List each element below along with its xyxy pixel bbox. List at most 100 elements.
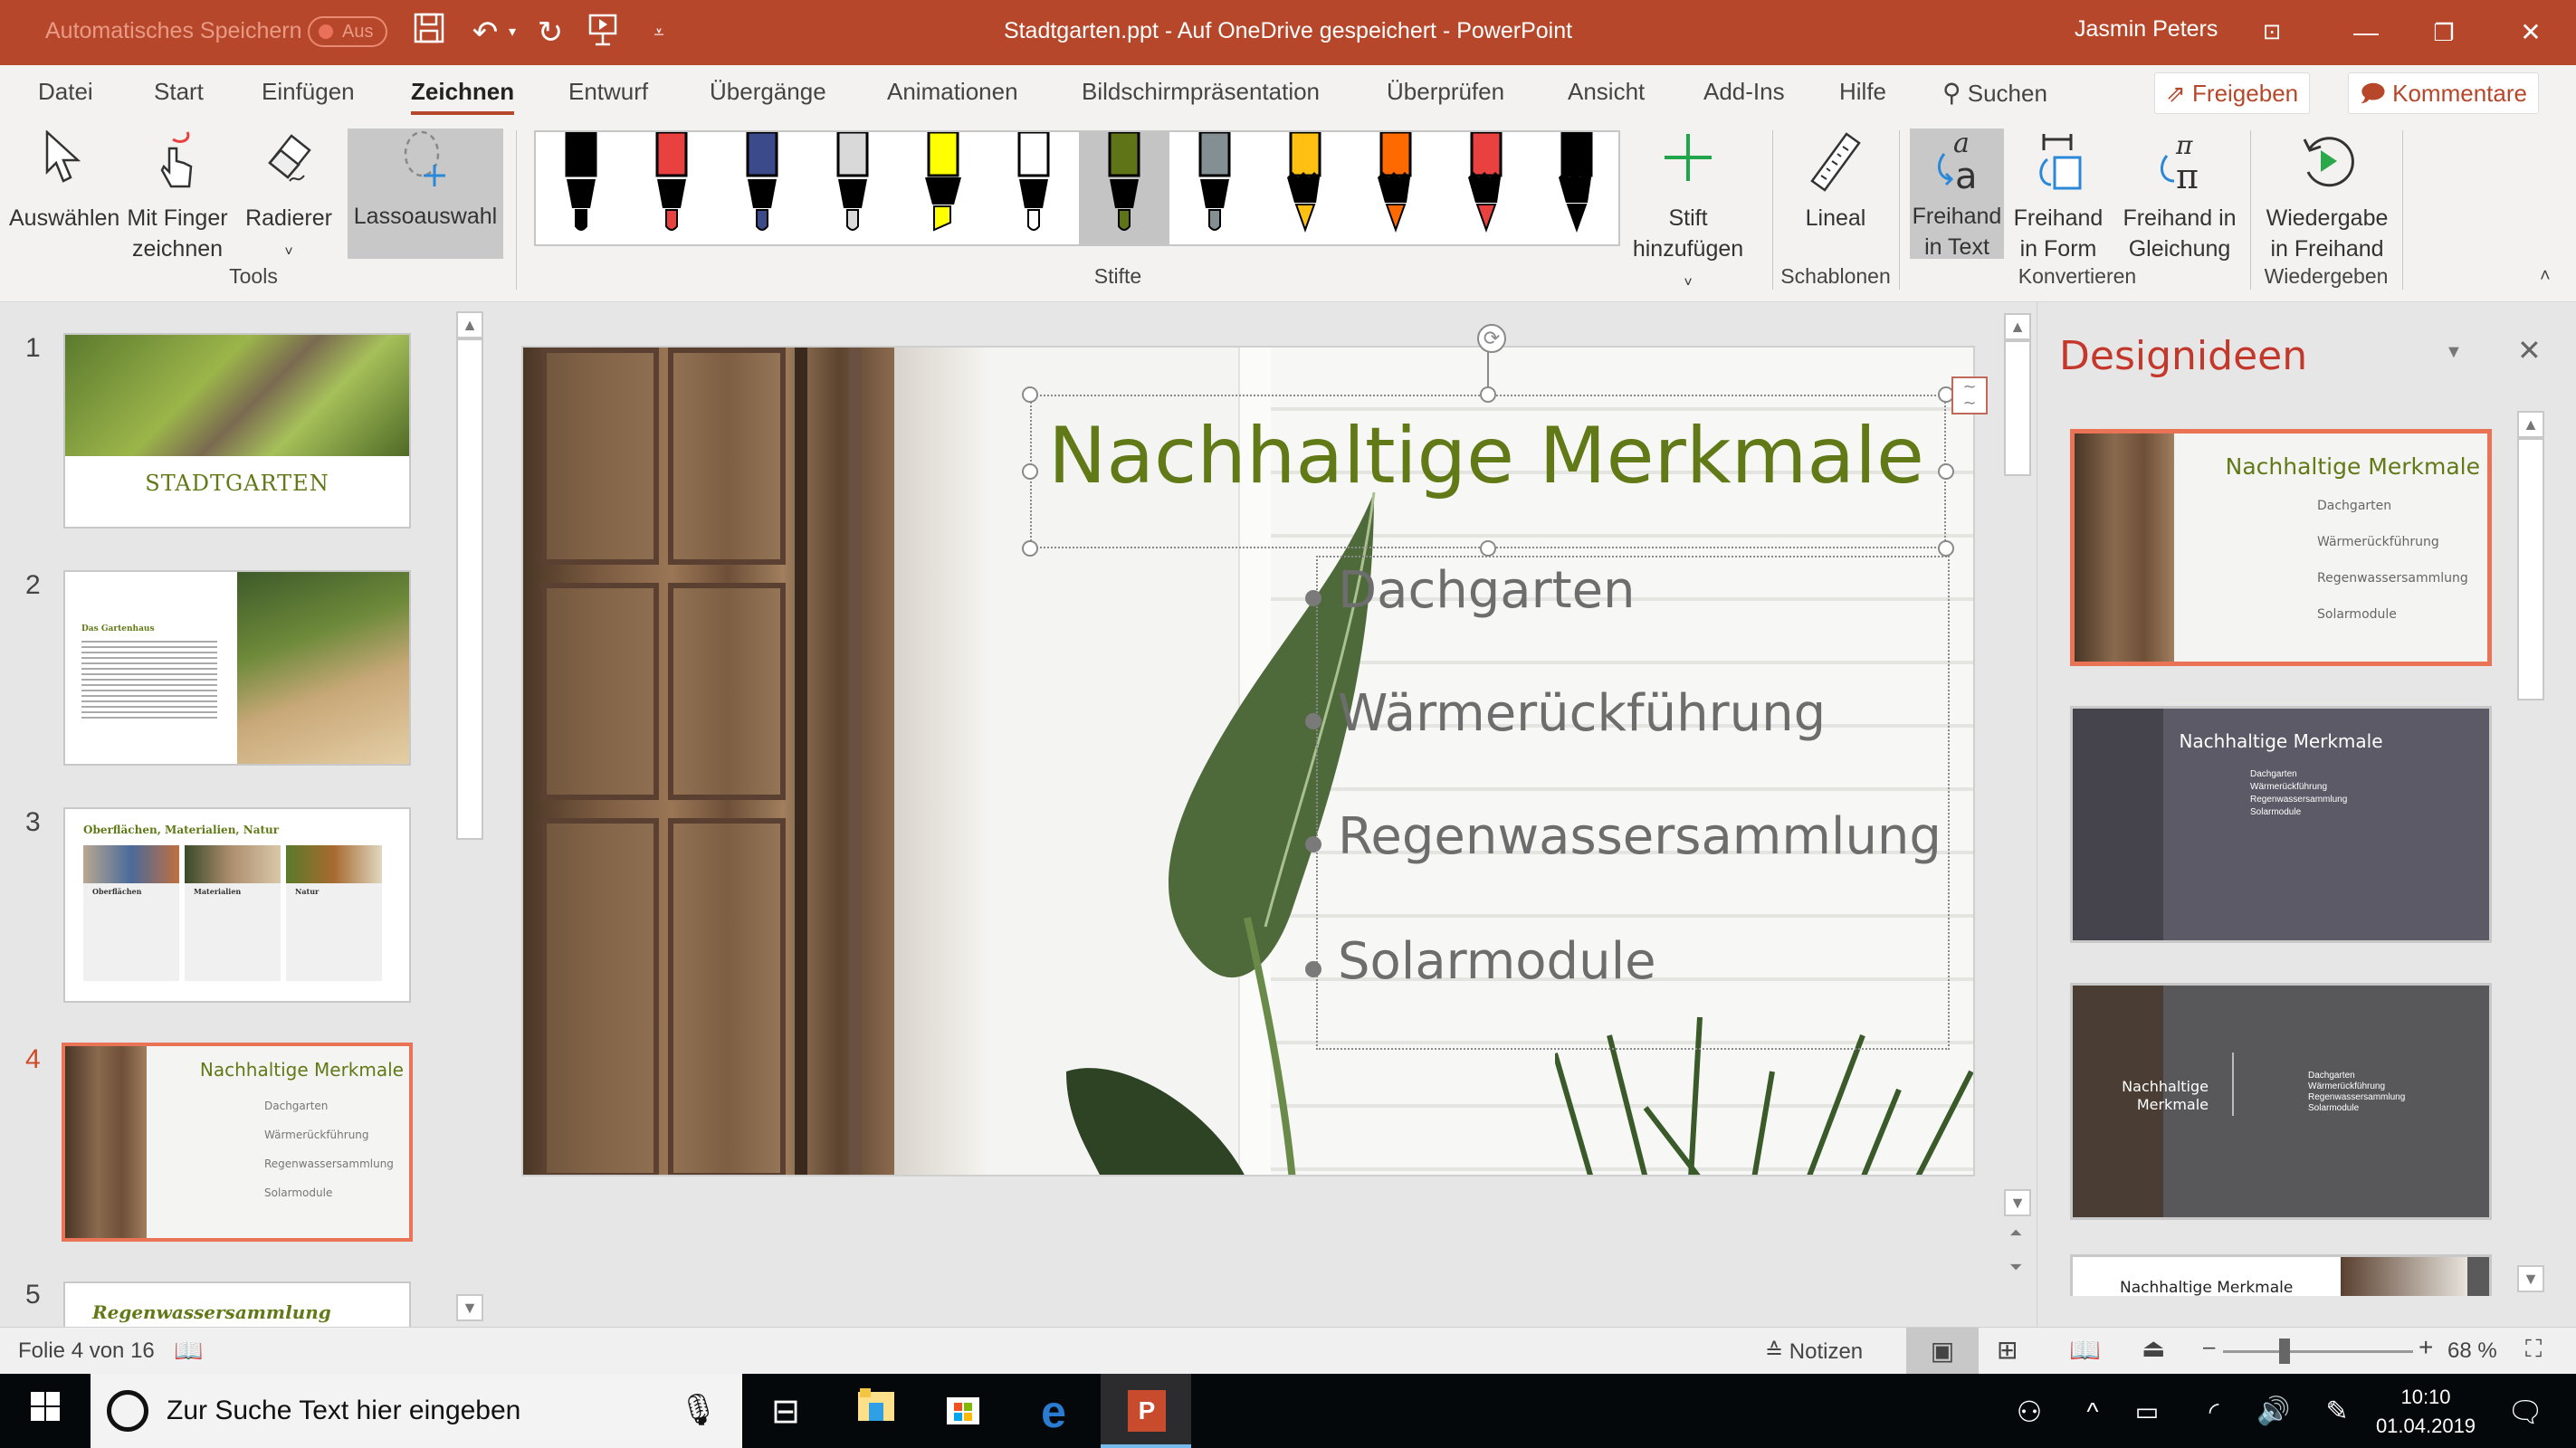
tab-bildschirmpraesentation[interactable]: Bildschirmpräsentation [1082,78,1320,106]
slideshow-view-icon[interactable]: ⏏ [2142,1333,2165,1363]
close-icon[interactable]: ✕ [2504,9,2558,56]
show-hidden-icons-icon[interactable]: ^ [2067,1386,2118,1437]
bullet-item[interactable]: Regenwassersammlung [1305,807,1942,866]
tab-datei[interactable]: Datei [38,78,93,106]
zoom-out-button[interactable]: – [2203,1335,2215,1360]
next-slide-icon[interactable]: ⏷ [2009,1258,2022,1277]
fit-slide-icon[interactable]: ⛶ [2525,1335,2542,1364]
slide-title[interactable]: Nachhaltige Merkmale [1048,411,1924,501]
select-button[interactable]: Auswählen [9,129,119,233]
resize-handle[interactable] [1938,463,1954,480]
comments-button[interactable]: 🗩 Kommentare [2348,72,2539,114]
zoom-in-button[interactable]: + [2419,1333,2433,1362]
design-idea-2[interactable]: Nachhaltige Merkmale Dachgarten Wärmerück… [2070,706,2492,943]
design-scroll-up-arrow[interactable]: ▲ [2517,411,2544,438]
store-icon[interactable] [938,1386,988,1437]
pen-swatch[interactable] [988,130,1079,244]
taskbar-search-box[interactable]: Zur Suche Text hier eingeben 🎙 [91,1374,742,1448]
draw-with-finger-button[interactable]: Mit Finger zeichnen [123,130,232,264]
design-scrollbar-thumb[interactable] [2517,438,2544,700]
slide-scrollbar-thumb[interactable] [2004,340,2031,476]
design-idea-4[interactable]: Nachhaltige Merkmale [2070,1254,2492,1296]
user-name[interactable]: Jasmin Peters [2075,16,2218,43]
action-center-icon[interactable]: 🗨 [2500,1386,2551,1437]
design-idea-3[interactable]: Nachhaltige Merkmale Dachgarten Wärmerückf… [2070,983,2492,1220]
pen-swatch[interactable] [807,130,898,244]
resize-handle[interactable] [1022,386,1038,403]
tab-add-ins[interactable]: Add-Ins [1703,78,1785,106]
resize-handle[interactable] [1938,540,1954,557]
restore-icon[interactable]: ❐ [2417,9,2471,56]
pencil-swatch[interactable] [1441,130,1531,244]
lasso-select-button[interactable]: Lassoauswahl [348,129,503,259]
tab-einfuegen[interactable]: Einfügen [262,78,355,106]
tab-ueberpruefen[interactable]: Überprüfen [1387,78,1504,106]
search-button[interactable]: ⚲ Suchen [1942,78,2047,108]
pen-swatch[interactable] [536,130,626,244]
tab-uebergaenge[interactable]: Übergänge [710,78,826,106]
highlighter-swatch[interactable] [898,130,988,244]
ribbon-display-icon[interactable]: ⊡ [2245,9,2299,56]
tab-zeichnen[interactable]: Zeichnen [411,78,515,115]
pen-swatch[interactable] [1169,130,1260,244]
ink-to-shape-button[interactable]: Freihand in Form [2008,130,2109,264]
rotate-handle-icon[interactable]: ⟳ [1477,324,1506,353]
zoom-slider-track[interactable] [2223,1350,2413,1353]
windows-start-icon[interactable] [20,1386,71,1437]
resize-handle[interactable] [1480,386,1496,403]
pane-options-dropdown-icon[interactable]: ▼ [2445,342,2463,363]
thumbnail-slide-5[interactable]: Regenwassersammlung [63,1281,411,1327]
edge-browser-icon[interactable]: e [1028,1386,1079,1437]
eraser-button[interactable]: Radierer ˅ [239,130,339,268]
design-idea-1[interactable]: Nachhaltige Merkmale Dachgarten Wärmerück… [2070,429,2492,666]
minimize-icon[interactable]: — [2339,9,2393,56]
previous-slide-icon[interactable]: ⏶ [2009,1224,2022,1243]
bullet-item[interactable]: Dachgarten [1305,561,1636,620]
design-scroll-down-arrow[interactable]: ▼ [2517,1265,2544,1292]
resize-handle[interactable] [1022,540,1038,557]
tab-entwurf[interactable]: Entwurf [568,78,648,106]
wifi-icon[interactable]: ◜ [2189,1386,2239,1437]
microphone-icon[interactable]: 🎙 [679,1392,718,1428]
ink-to-math-button[interactable]: ππ Freihand in Gleichung [2113,130,2247,264]
ink-replay-button[interactable]: Wiedergabe in Freihand [2259,130,2395,264]
slide-scroll-up-arrow[interactable]: ▲ [2004,313,2031,340]
powerpoint-taskbar-button[interactable]: P [1101,1374,1191,1448]
slide-sorter-icon[interactable]: ⊞ [1997,1335,2018,1365]
scroll-down-arrow[interactable]: ▼ [456,1294,483,1321]
pen-swatch[interactable] [1079,130,1169,244]
tab-hilfe[interactable]: Hilfe [1839,78,1886,106]
slide-scroll-down-arrow[interactable]: ▼ [2004,1189,2031,1216]
resize-handle[interactable] [1480,540,1496,557]
file-explorer-icon[interactable] [851,1386,902,1437]
pencil-swatch[interactable] [1350,130,1441,244]
tab-start[interactable]: Start [154,78,204,106]
ink-to-text-button[interactable]: aa Freihand in Text [1910,128,2004,260]
notes-button[interactable]: ≙ Notizen [1765,1338,1863,1365]
close-pane-icon[interactable]: ✕ [2517,333,2542,367]
normal-view-icon[interactable]: ▣ [1906,1328,1979,1375]
tab-animationen[interactable]: Animationen [887,78,1018,106]
ink-convert-icon[interactable]: ∼ ∼ [1951,376,1988,414]
pen-swatch[interactable] [717,130,807,244]
pen-workspace-icon[interactable]: ✎ [2312,1386,2362,1437]
add-pen-button[interactable]: Stift hinzufügen ˅ [1629,130,1747,299]
tab-ansicht[interactable]: Ansicht [1568,78,1645,106]
zoom-level[interactable]: 68 % [2447,1338,2497,1364]
zoom-slider-thumb[interactable] [2278,1338,2290,1364]
ruler-button[interactable]: Lineal [1783,130,1888,233]
volume-icon[interactable]: 🔊 [2248,1386,2299,1437]
pencil-swatch[interactable] [1531,130,1622,244]
collapse-ribbon-icon[interactable]: ˄ [2540,266,2551,287]
reading-view-icon[interactable]: 📖 [2069,1335,2101,1365]
bullet-item[interactable]: Solarmodule [1305,932,1656,991]
pencil-swatch[interactable] [1260,130,1350,244]
thumbnail-slide-3[interactable]: Oberflächen, Materialien, Natur Oberfläc… [63,807,411,1003]
thumbnail-slide-4[interactable]: Nachhaltige Merkmale Dachgarten Wärmerück… [62,1043,413,1242]
thumbnail-slide-1[interactable]: STADTGARTEN [63,333,411,529]
thumbnails-scrollbar-thumb[interactable] [456,338,483,840]
people-icon[interactable]: ⚇ [2004,1386,2055,1437]
pen-swatch[interactable] [626,130,717,244]
taskbar-clock[interactable]: 10:10 01.04.2019 [2371,1383,2480,1441]
current-slide[interactable]: Nachhaltige Merkmale Dachgarten Wärmerüc… [521,346,1975,1176]
